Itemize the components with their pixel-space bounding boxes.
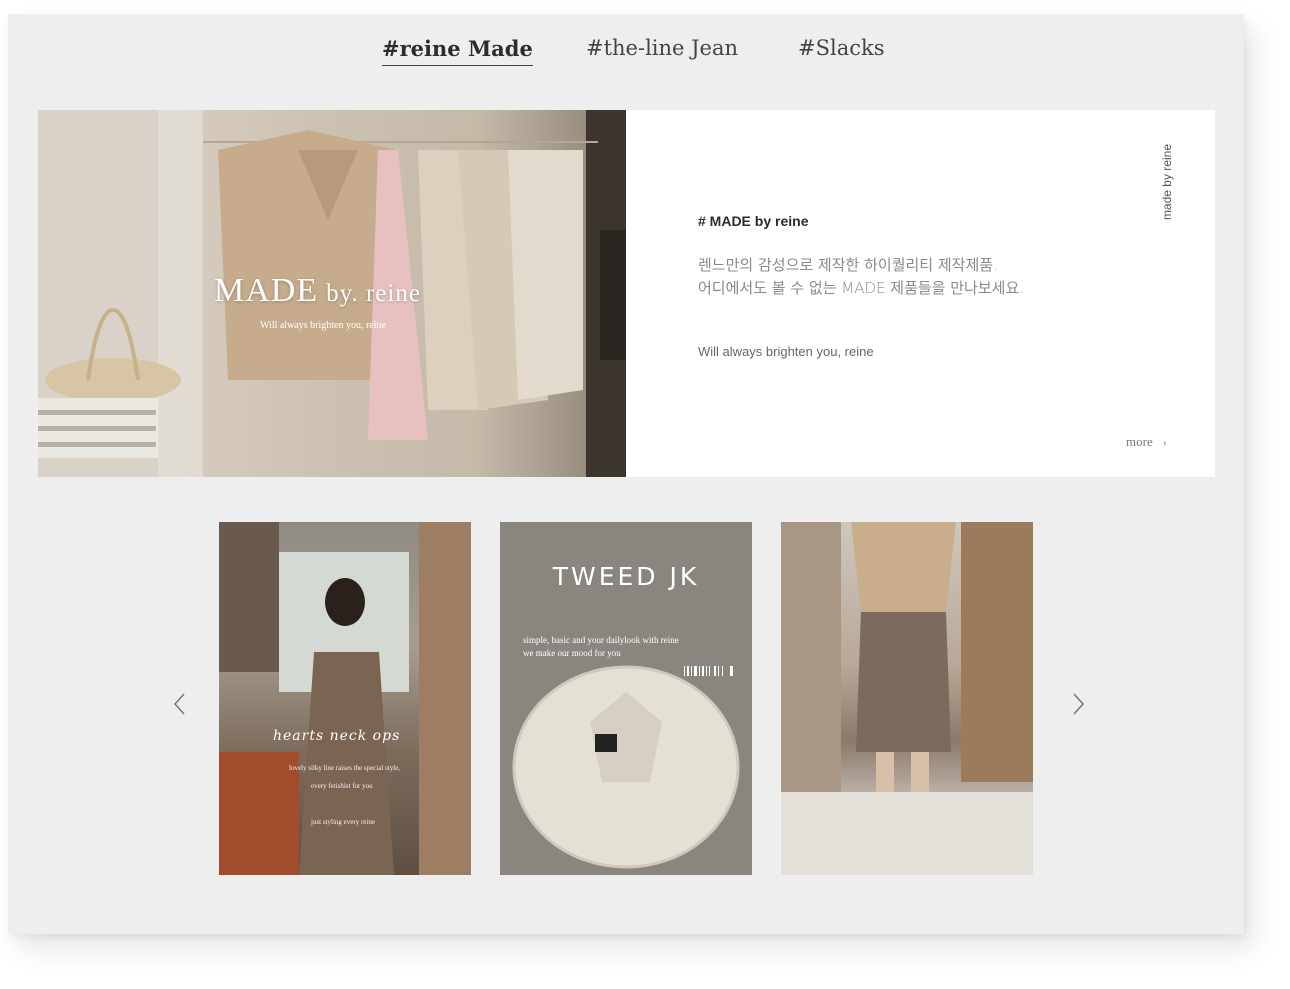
carousel-prev-button[interactable]	[170, 692, 190, 716]
carousel-item[interactable]: TWEED JK simple, basic and your dailyloo…	[500, 522, 752, 875]
chevron-left-icon	[173, 693, 185, 715]
feature-hashtag: # MADE by reine	[698, 213, 809, 229]
feature-description-line-1: 렌느만의 감성으로 제작한 하이퀄리티 제작제품.	[698, 256, 998, 274]
feature-overlay-title: MADE by. reine	[214, 272, 421, 309]
thumb-script-text: hearts neck ops	[273, 728, 401, 744]
product-carousel: hearts neck ops lovely silky line raises…	[8, 522, 1244, 876]
thumb-subtitle: simple, basic and your dailylook with re…	[523, 634, 679, 660]
thumb-caption-line-2: every fetishist for you	[311, 782, 373, 790]
page-card: #reine Made #the-line Jean #Slacks MADE …	[8, 14, 1244, 934]
thumb-caption-line-1: lovely silky line raises the special sty…	[289, 764, 401, 772]
tab-slacks[interactable]: #Slacks	[798, 36, 884, 64]
chevron-right-icon	[1073, 693, 1085, 715]
more-link[interactable]: more ›	[1126, 434, 1167, 450]
category-tabs: #reine Made #the-line Jean #Slacks	[8, 36, 1244, 76]
barcode-icon	[684, 666, 733, 676]
feature-tagline: Will always brighten you, reine	[698, 344, 874, 359]
vertical-brand-label: made by reine	[1160, 144, 1174, 221]
thumb-photo-skirt	[781, 522, 1033, 875]
feature-banner: MADE by. reine Will always brighten you, …	[38, 110, 1215, 477]
thumb-subtitle-line-1: simple, basic and your dailylook with re…	[523, 635, 679, 645]
tab-the-line-jean[interactable]: #the-line Jean	[586, 36, 738, 64]
carousel-next-button[interactable]	[1068, 692, 1088, 716]
chevron-right-icon: ›	[1162, 435, 1167, 449]
carousel-item[interactable]	[781, 522, 1033, 875]
thumb-subtitle-line-2: we make our mood for you	[523, 648, 621, 658]
tab-reine-made[interactable]: #reine Made	[382, 36, 533, 66]
thumb-title: TWEED JK	[552, 562, 700, 591]
feature-overlay-subtitle: Will always brighten you, reine	[260, 320, 386, 331]
feature-info-panel: # MADE by reine 렌느만의 감성으로 제작한 하이퀄리티 제작제품…	[626, 110, 1215, 477]
feature-description: 렌느만의 감성으로 제작한 하이퀄리티 제작제품. 어디에서도 볼 수 없는 M…	[698, 254, 1024, 300]
feature-overlay-title-small: by. reine	[326, 280, 421, 307]
more-link-label: more	[1126, 434, 1153, 449]
thumb-caption-line-3: just styling every reine	[311, 818, 375, 826]
feature-description-line-2: 어디에서도 볼 수 없는 MADE 제품들을 만나보세요.	[698, 279, 1025, 297]
feature-photo[interactable]: MADE by. reine Will always brighten you, …	[38, 110, 626, 477]
carousel-item[interactable]: hearts neck ops lovely silky line raises…	[219, 522, 471, 875]
